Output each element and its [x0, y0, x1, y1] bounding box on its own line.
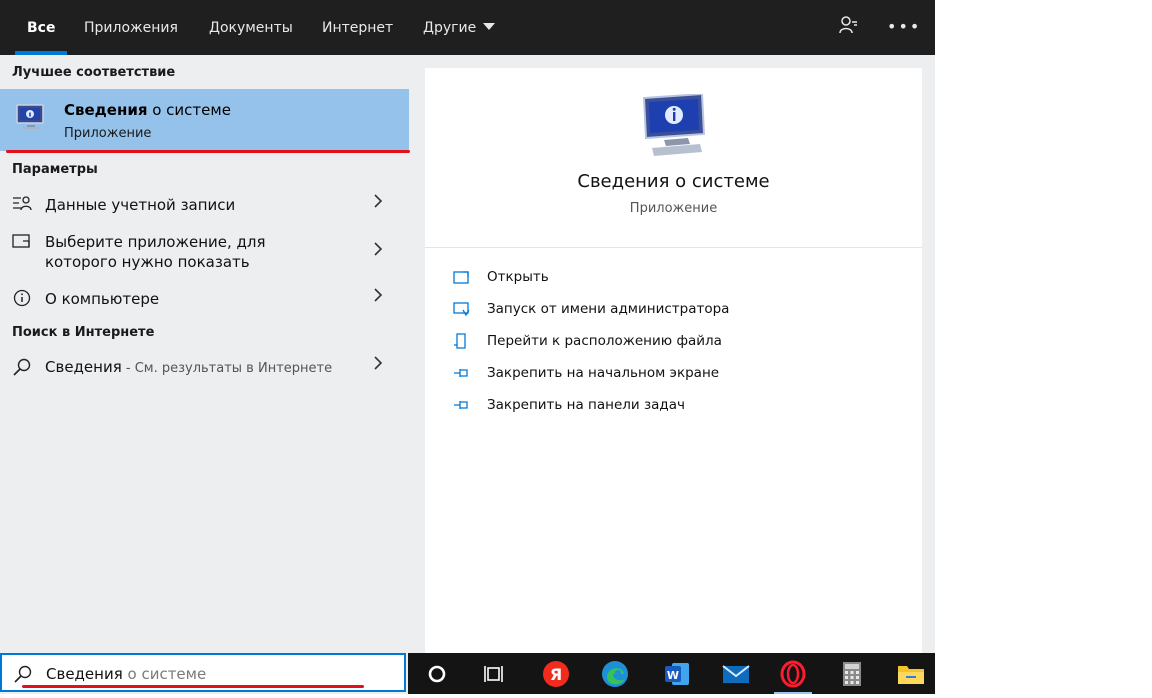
search-scope-tabs: Все Приложения Документы Интернет Другие… — [0, 0, 935, 55]
tab-all[interactable]: Все — [14, 0, 69, 55]
action-label: Открыть — [487, 269, 549, 285]
opera-icon[interactable] — [770, 653, 816, 694]
action-label: Закрепить на панели задач — [487, 397, 686, 413]
tab-apps[interactable]: Приложения — [84, 0, 178, 55]
app-display-icon — [11, 233, 33, 253]
tab-more[interactable]: Другие — [423, 0, 496, 55]
settings-item-label-line1: Выберите приложение, для — [45, 233, 266, 251]
file-location-icon — [453, 333, 471, 351]
section-web-search: Поиск в Интернете — [12, 325, 155, 340]
more-options-icon[interactable]: ••• — [887, 14, 919, 40]
account-info-icon — [11, 195, 33, 215]
search-panel: Все Приложения Документы Интернет Другие… — [0, 0, 935, 694]
run-as-admin-icon — [453, 301, 471, 319]
system-info-icon — [14, 101, 50, 135]
action-open[interactable]: Открыть — [453, 267, 873, 289]
web-search-suffix: - См. результаты в Интернете — [121, 361, 333, 376]
best-match-title: Сведения о системе — [64, 101, 231, 119]
settings-item-label-line2: которого нужно показать — [45, 253, 250, 271]
action-run-as-admin[interactable]: Запуск от имени администратора — [453, 299, 873, 321]
chevron-right-icon — [372, 287, 386, 308]
annotation-underline — [22, 685, 364, 688]
search-typed-text: Сведения — [46, 665, 123, 683]
detail-divider — [425, 247, 922, 248]
best-match-subtitle: Приложение — [64, 126, 152, 141]
best-match-item[interactable]: Сведения о системе Приложение — [0, 89, 409, 151]
best-match-title-bold: Сведения — [64, 101, 148, 119]
svg-text:W: W — [667, 669, 679, 682]
search-input[interactable]: Сведения о системе — [46, 665, 206, 683]
pin-taskbar-icon — [453, 397, 471, 415]
tab-web[interactable]: Интернет — [322, 0, 393, 55]
action-label: Закрепить на начальном экране — [487, 365, 720, 381]
chevron-down-icon — [483, 23, 496, 30]
detail-pane: Сведения о системе Приложение Открыть За… — [425, 68, 922, 654]
word-icon[interactable]: W — [654, 653, 700, 694]
settings-item-app-display[interactable]: Выберите приложение, для которого нужно … — [0, 231, 409, 275]
action-label: Запуск от имени администратора — [487, 301, 730, 317]
section-settings: Параметры — [12, 162, 98, 177]
feedback-icon[interactable] — [835, 14, 861, 40]
annotation-underline — [6, 150, 410, 153]
chevron-right-icon — [372, 193, 386, 214]
file-explorer-icon[interactable] — [887, 653, 933, 694]
web-search-label: Сведения - См. результаты в Интернете — [45, 357, 332, 379]
search-autocomplete-hint: о системе — [122, 665, 207, 683]
settings-item-label: Данные учетной записи — [45, 196, 236, 214]
search-icon — [13, 664, 33, 684]
results-list: Лучшее соответствие Сведения о системе П… — [0, 55, 410, 653]
svg-text:Я: Я — [550, 665, 562, 684]
tab-documents[interactable]: Документы — [209, 0, 293, 55]
web-search-result[interactable]: Сведения - См. результаты в Интернете — [0, 355, 409, 379]
tab-more-label: Другие — [423, 20, 477, 36]
taskbar: Я W — [408, 653, 935, 694]
yandex-browser-icon[interactable]: Я — [533, 653, 579, 694]
action-pin-taskbar[interactable]: Закрепить на панели задач — [453, 395, 873, 417]
action-file-location[interactable]: Перейти к расположению файла — [453, 331, 873, 353]
cortana-icon[interactable] — [414, 653, 460, 694]
open-icon — [453, 269, 471, 287]
action-label: Перейти к расположению файла — [487, 333, 722, 349]
detail-subtitle: Приложение — [629, 201, 718, 216]
edge-icon[interactable] — [592, 653, 638, 694]
action-pin-start[interactable]: Закрепить на начальном экране — [453, 363, 873, 385]
info-circle-icon — [11, 289, 33, 309]
best-match-title-rest: о системе — [147, 101, 231, 119]
system-info-icon — [638, 92, 716, 158]
settings-item-about-pc[interactable]: О компьютере — [0, 287, 409, 311]
detail-title: Сведения о системе — [577, 171, 770, 192]
mail-icon[interactable] — [712, 653, 758, 694]
chevron-right-icon — [372, 241, 386, 262]
pin-start-icon — [453, 365, 471, 383]
calculator-icon[interactable] — [829, 653, 875, 694]
task-view-icon[interactable] — [471, 653, 517, 694]
settings-item-account[interactable]: Данные учетной записи — [0, 193, 409, 217]
search-icon — [11, 357, 33, 377]
settings-item-label: О компьютере — [45, 290, 160, 308]
web-search-query: Сведения — [45, 358, 122, 376]
chevron-right-icon — [372, 355, 386, 376]
section-best-match: Лучшее соответствие — [12, 65, 176, 80]
